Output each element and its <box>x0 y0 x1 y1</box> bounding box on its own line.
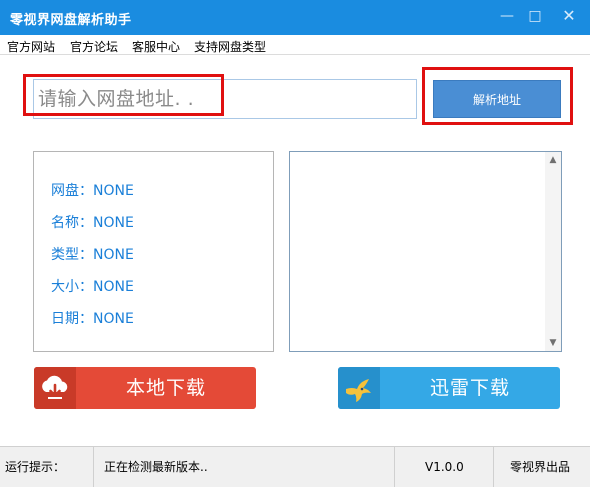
local-download-label: 本地下载 <box>125 377 206 399</box>
publisher-label: 零视界出品 <box>510 460 571 474</box>
info-value: NONE <box>93 279 134 295</box>
menu-item-official-site[interactable]: 官方网站 <box>7 38 55 55</box>
info-line-type: 类型：NONE <box>51 244 134 264</box>
info-separator: ： <box>79 279 93 295</box>
info-value: NONE <box>93 183 134 199</box>
thunder-download-button[interactable]: 迅雷下载 <box>338 367 560 409</box>
info-label: 名称 <box>51 215 79 231</box>
hummingbird-icon <box>338 367 380 409</box>
version-label: V1.0.0 <box>425 460 464 474</box>
status-divider <box>93 447 94 487</box>
info-panel: 网盘：NONE 名称：NONE 类型：NONE 大小：NONE 日期：NONE <box>33 151 274 352</box>
minimize-button[interactable]: — <box>494 4 520 28</box>
info-label: 类型 <box>51 247 79 263</box>
info-separator: ： <box>79 247 93 263</box>
close-button[interactable]: ✕ <box>556 4 582 28</box>
info-label: 网盘 <box>51 183 79 199</box>
maximize-button[interactable]: □ <box>522 4 548 28</box>
thunder-download-label: 迅雷下载 <box>429 377 510 399</box>
menu-bar: 官方网站 官方论坛 客服中心 支持网盘类型 <box>0 35 590 55</box>
menu-item-supported-types[interactable]: 支持网盘类型 <box>194 38 266 55</box>
output-textarea[interactable]: ▲ ▼ <box>289 151 562 352</box>
scroll-down-icon[interactable]: ▼ <box>545 335 561 351</box>
scroll-up-icon[interactable]: ▲ <box>545 152 561 168</box>
vertical-scrollbar[interactable]: ▲ ▼ <box>545 152 561 351</box>
info-separator: ： <box>79 215 93 231</box>
status-label: 运行提示： <box>5 460 66 474</box>
highlight-box-input <box>23 74 224 116</box>
menu-item-customer-service[interactable]: 客服中心 <box>132 38 180 55</box>
info-separator: ： <box>79 311 93 327</box>
info-value: NONE <box>93 247 134 263</box>
local-download-button[interactable]: 本地下载 <box>34 367 256 409</box>
info-line-size: 大小：NONE <box>51 276 134 296</box>
cloud-download-icon <box>34 367 76 409</box>
title-bar: 零视界网盘解析助手 — □ ✕ <box>0 0 590 35</box>
info-label: 大小 <box>51 279 79 295</box>
window-title: 零视界网盘解析助手 <box>10 13 132 28</box>
info-label: 日期 <box>51 311 79 327</box>
info-line-disk: 网盘：NONE <box>51 180 134 200</box>
info-value: NONE <box>93 215 134 231</box>
info-separator: ： <box>79 183 93 199</box>
info-value: NONE <box>93 311 134 327</box>
info-line-name: 名称：NONE <box>51 212 134 232</box>
menu-item-official-forum[interactable]: 官方论坛 <box>70 38 118 55</box>
status-divider <box>394 447 395 487</box>
status-message: 正在检测最新版本.. <box>104 460 208 474</box>
status-divider <box>493 447 494 487</box>
status-bar: 运行提示： 正在检测最新版本.. V1.0.0 零视界出品 <box>0 446 590 487</box>
highlight-box-parse <box>422 67 573 125</box>
info-line-date: 日期：NONE <box>51 308 134 328</box>
